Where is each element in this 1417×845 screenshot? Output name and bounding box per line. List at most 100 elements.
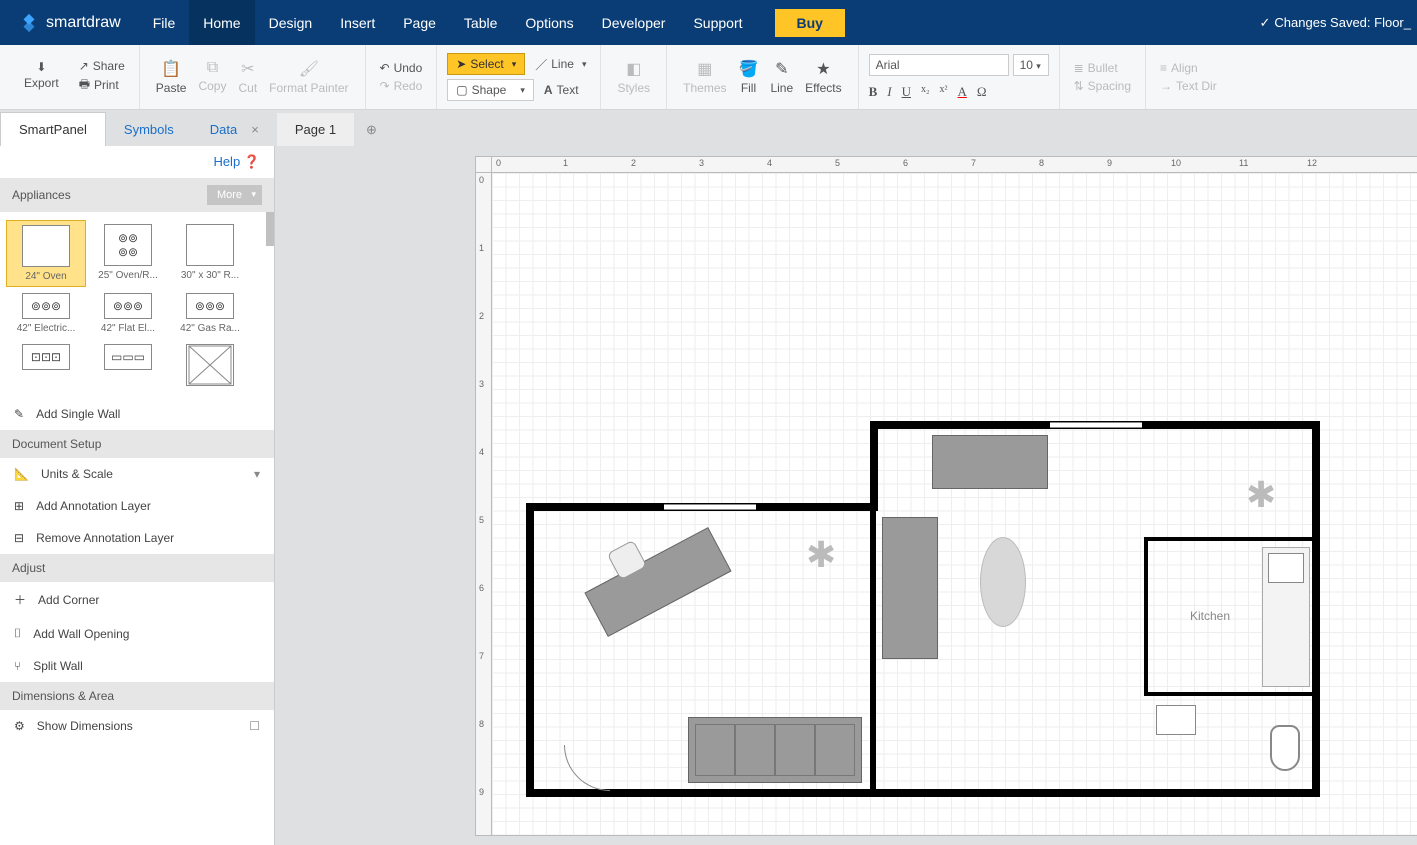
symbol-label: 25" Oven/R...	[92, 270, 164, 281]
rug[interactable]	[980, 537, 1026, 627]
tab-page1[interactable]: Page 1	[277, 113, 354, 146]
split-wall[interactable]: ⑂Split Wall	[0, 650, 274, 682]
symbol-42-gas[interactable]: ⊚⊚⊚42" Gas Ra...	[170, 289, 250, 338]
print-button[interactable]: 🖶Print	[75, 74, 129, 97]
symbol-30x30[interactable]: 30" x 30" R...	[170, 220, 250, 287]
buy-button[interactable]: Buy	[775, 9, 845, 37]
units-scale[interactable]: 📐Units & Scale▾	[0, 458, 274, 490]
text-tool[interactable]: AText	[540, 79, 583, 101]
italic-button[interactable]: I	[887, 84, 891, 100]
menu-home[interactable]: Home	[189, 0, 254, 45]
subscript-button[interactable]: x₂	[921, 84, 930, 100]
show-dimensions[interactable]: ⚙Show Dimensions☐	[0, 710, 274, 742]
font-select[interactable]: Arial	[869, 54, 1009, 76]
font-color-button[interactable]: A	[958, 84, 967, 100]
symbol-42-flat[interactable]: ⊚⊚⊚42" Flat El...	[88, 289, 168, 338]
symbol-24-oven[interactable]: 24" Oven	[6, 220, 86, 287]
font-size-select[interactable]: 10 ▾	[1013, 54, 1049, 76]
sofa-left[interactable]	[882, 517, 938, 659]
ribbon-para-group: ≣Bullet ⇅Spacing	[1060, 45, 1146, 109]
plant-icon[interactable]: ✱	[1246, 477, 1276, 513]
menu-options[interactable]: Options	[511, 0, 587, 45]
symbol-42-elec[interactable]: ⊚⊚⊚42" Electric...	[6, 289, 86, 338]
format-painter-button[interactable]: 🖌Format Painter	[263, 57, 354, 97]
add-single-wall[interactable]: ✎Add Single Wall	[0, 398, 274, 430]
effects-button[interactable]: ★Effects	[799, 57, 847, 97]
menu-design[interactable]: Design	[255, 0, 327, 45]
underline-button[interactable]: U	[902, 84, 911, 100]
export-button[interactable]: ⬇ Export	[18, 58, 65, 92]
wall[interactable]	[1144, 692, 1314, 696]
spacing-label: Spacing	[1088, 79, 1131, 93]
scrollbar-thumb[interactable]	[266, 212, 274, 246]
toilet[interactable]	[1270, 725, 1300, 771]
menu-support[interactable]: Support	[679, 0, 756, 45]
add-page-button[interactable]: ⊕	[354, 114, 389, 146]
wall[interactable]	[1312, 421, 1320, 797]
superscript-button[interactable]: x²	[940, 84, 948, 100]
bullet-label: Bullet	[1088, 61, 1118, 75]
bold-button[interactable]: B	[869, 84, 878, 100]
close-icon[interactable]: ×	[251, 122, 259, 137]
wall[interactable]	[526, 503, 534, 797]
cut-button[interactable]: ✂Cut	[232, 57, 263, 97]
bath-sink[interactable]	[1156, 705, 1196, 735]
bullet-button[interactable]: ≣Bullet	[1070, 60, 1122, 76]
remove-annotation[interactable]: ⊟Remove Annotation Layer	[0, 522, 274, 554]
door-arc[interactable]	[564, 745, 610, 791]
add-corner[interactable]: ＋Add Corner	[0, 582, 274, 617]
align-button[interactable]: ≡Align	[1156, 60, 1202, 76]
plant-icon[interactable]: ✱	[806, 537, 836, 573]
canvas-viewport[interactable]: 0 1 2 3 4 5 6 7 8 9 10 11 12 0 1 2 3 4 5	[275, 146, 1417, 845]
symbol-extra1[interactable]: ⊡⊡⊡	[6, 340, 86, 390]
sofa-top[interactable]	[932, 435, 1048, 489]
menu-developer[interactable]: Developer	[588, 0, 680, 45]
add-wall-opening[interactable]: ⌷Add Wall Opening	[0, 617, 274, 650]
symbol-extra2[interactable]: ▭▭▭	[88, 340, 168, 390]
help-link[interactable]: Help ❓	[0, 146, 274, 178]
share-label: Share	[93, 59, 125, 73]
wall[interactable]	[1144, 537, 1148, 692]
line-tool[interactable]: ／Line▾	[531, 53, 590, 75]
omega-button[interactable]: Ω	[977, 84, 987, 100]
wall[interactable]	[526, 789, 878, 797]
paste-button[interactable]: 📋Paste	[150, 57, 193, 97]
text-format-row: B I U x₂ x² A Ω	[869, 84, 987, 100]
window[interactable]	[1050, 422, 1142, 428]
textdir-button[interactable]: →Text Dir	[1156, 78, 1221, 94]
couch-bottom[interactable]	[688, 717, 862, 783]
add-annotation[interactable]: ⊞Add Annotation Layer	[0, 490, 274, 522]
cooktop-icon: ⊚⊚⊚	[104, 293, 152, 319]
fill-button[interactable]: 🪣Fill	[733, 57, 765, 97]
shape-tool[interactable]: ▢Shape▾	[447, 79, 534, 101]
symbol-extra3[interactable]	[170, 340, 250, 390]
copy-button[interactable]: ⧉Copy	[192, 57, 232, 97]
wall[interactable]	[1144, 537, 1314, 541]
more-button[interactable]: More	[207, 185, 262, 205]
tab-symbols[interactable]: Symbols	[106, 113, 192, 146]
wall[interactable]	[870, 503, 876, 797]
menu-table[interactable]: Table	[450, 0, 511, 45]
desk[interactable]	[584, 527, 731, 637]
redo-button[interactable]: ↷Redo	[376, 78, 427, 94]
themes-button[interactable]: ▦Themes	[677, 57, 732, 97]
line-style-button[interactable]: ✎Line	[764, 57, 799, 97]
window[interactable]	[664, 504, 756, 510]
select-tool[interactable]: ➤Select▾	[447, 53, 525, 75]
checkbox-icon[interactable]: ☐	[249, 719, 260, 733]
share-button[interactable]: ↗Share	[75, 58, 129, 74]
styles-button[interactable]: ◧Styles	[611, 57, 656, 97]
symbol-25-oven[interactable]: ⊚⊚⊚⊚25" Oven/R...	[88, 220, 168, 287]
menu-insert[interactable]: Insert	[326, 0, 389, 45]
wall[interactable]	[870, 421, 878, 503]
menu-file[interactable]: File	[139, 0, 190, 45]
undo-button[interactable]: ↶Undo	[376, 60, 427, 76]
tab-smartpanel[interactable]: SmartPanel	[0, 112, 106, 146]
menu-page[interactable]: Page	[389, 0, 450, 45]
spacing-button[interactable]: ⇅Spacing	[1070, 78, 1135, 94]
sink[interactable]	[1268, 553, 1304, 583]
drawing-canvas[interactable]: 0 1 2 3 4 5 6 7 8 9 10 11 12 0 1 2 3 4 5	[475, 156, 1417, 836]
wall[interactable]	[870, 789, 1320, 797]
tab-data[interactable]: Data×	[192, 113, 277, 146]
cooktop-icon: ⊚⊚⊚	[22, 293, 70, 319]
